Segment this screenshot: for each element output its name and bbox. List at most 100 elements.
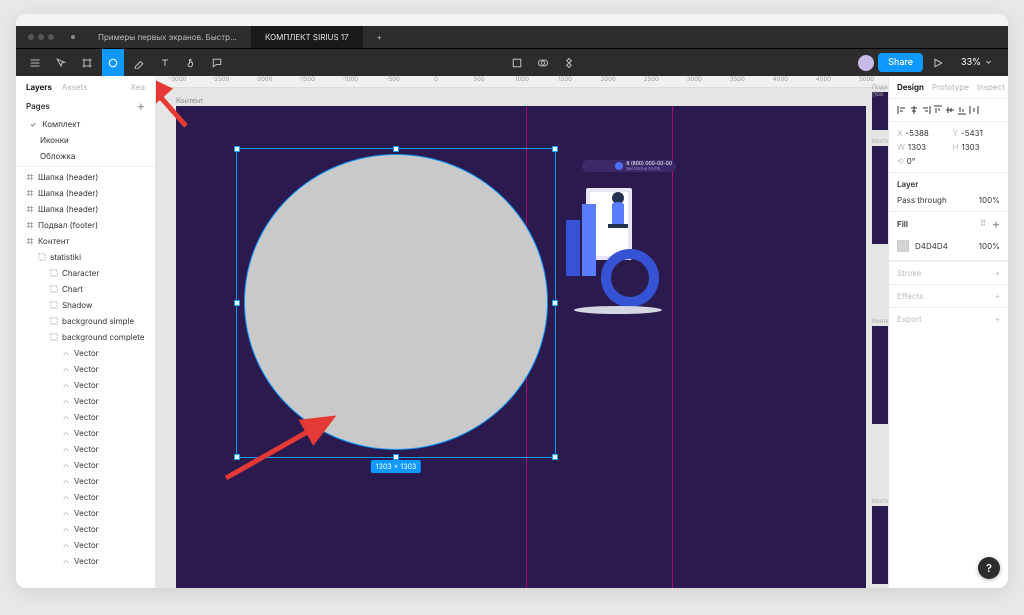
inspect-tab[interactable]: Inspect [977,82,1005,92]
layer-row[interactable]: Vector [16,473,155,489]
ruler-tick: 2500 [630,76,673,87]
layer-row[interactable]: Shadow [16,297,155,313]
resize-handle[interactable] [552,300,558,306]
canvas[interactable]: -3000-2500-2000-1500-1000-50005001000150… [156,76,888,588]
layer-row[interactable]: Vector [16,425,155,441]
layer-row[interactable]: Vector [16,457,155,473]
layer-row[interactable]: Контент [16,233,155,249]
layer-row[interactable]: Vector [16,553,155,569]
layer-row[interactable]: Vector [16,409,155,425]
present-button[interactable] [927,49,949,76]
export-section[interactable]: Export+ [889,307,1008,330]
align-bottom-icon[interactable] [957,105,967,115]
menu-button[interactable] [24,49,46,76]
x-input[interactable]: -5388 [905,128,928,138]
resize-handle[interactable] [552,146,558,152]
layer-row[interactable]: Шапка (header) [16,185,155,201]
layer-row[interactable]: Chart [16,281,155,297]
align-left-icon[interactable] [897,105,907,115]
distribute-icon[interactable] [969,105,979,115]
file-tab-0[interactable]: Примеры первых экранов. Быстр... [84,26,251,48]
stroke-section[interactable]: Stroke+ [889,261,1008,284]
layer-row[interactable]: Подвал (footer) [16,217,155,233]
hero-illustration [558,184,678,314]
layer-row[interactable]: Character [16,265,155,281]
group-icon [50,269,58,277]
layer-row[interactable]: Vector [16,377,155,393]
zoom-dropdown[interactable]: 33% [953,57,1000,68]
design-tab[interactable]: Design [897,82,924,92]
resize-handle[interactable] [393,146,399,152]
text-tool[interactable] [154,49,176,76]
vector-icon [62,365,70,373]
prototype-tab[interactable]: Prototype [932,82,969,92]
align-right-icon[interactable] [921,105,931,115]
layer-row[interactable]: Vector [16,537,155,553]
component-tool[interactable] [558,49,580,76]
pen-tool[interactable] [128,49,150,76]
ruler-tick: 2000 [587,76,630,87]
mask-tool[interactable] [506,49,528,76]
help-button[interactable]: ? [978,557,1000,579]
align-vcenter-icon[interactable] [945,105,955,115]
rotation-input[interactable]: 0° [907,156,916,166]
layer-row[interactable]: Vector [16,393,155,409]
fill-hex-input[interactable]: D4D4D4 [915,241,948,251]
artboard-main[interactable]: Контент 8 (800) 000-00-00 Бесплатно по Р… [176,106,866,588]
layer-row[interactable]: Vector [16,361,155,377]
page-item[interactable]: Обложка [16,148,155,164]
layer-row[interactable]: statistiki [16,249,155,265]
y-input[interactable]: -5431 [961,128,983,138]
group-icon [50,285,58,293]
layer-row[interactable]: Шапка (header) [16,201,155,217]
align-top-icon[interactable] [933,105,943,115]
page-search[interactable]: Хеа [131,82,145,92]
new-tab-button[interactable]: + [363,26,396,48]
align-hcenter-icon[interactable] [909,105,919,115]
frame-tool[interactable] [76,49,98,76]
comment-tool[interactable] [206,49,228,76]
layer-label: Vector [74,348,99,358]
add-page-button[interactable]: + [137,100,145,112]
layer-row[interactable]: Vector [16,441,155,457]
height-input[interactable]: 1303 [961,142,979,152]
boolean-tool[interactable] [532,49,554,76]
opacity-input[interactable]: 100% [979,195,1000,205]
artboard-thumb[interactable]: Контент [872,146,888,244]
blend-mode-dropdown[interactable]: Pass through [897,195,947,205]
resize-handle[interactable] [552,454,558,460]
hand-tool[interactable] [180,49,202,76]
artboard-thumb[interactable]: Контент [872,326,888,424]
layer-row[interactable]: Шапка (header) [16,169,155,185]
fill-swatch[interactable] [897,240,909,252]
effects-section[interactable]: Effects+ [889,284,1008,307]
move-tool[interactable] [50,49,72,76]
page-item[interactable]: Иконки [16,132,155,148]
ruler-tick: -1000 [328,76,371,87]
artboard-thumb[interactable]: Подвал (foo [872,92,888,130]
layer-section-header: Layer [889,173,1008,195]
layer-row[interactable]: Vector [16,345,155,361]
layer-row[interactable]: background complete [16,329,155,345]
window-controls[interactable] [28,34,54,40]
layer-label: Vector [74,492,99,502]
file-tab-1[interactable]: КОМПЛЕКТ SIRIUS 17 [251,26,363,48]
layer-row[interactable]: Vector [16,489,155,505]
layer-row[interactable]: Vector [16,505,155,521]
add-fill-button[interactable]: + [992,218,1000,230]
page-item[interactable]: Комплект [16,116,155,132]
style-button[interactable]: ⠿ [980,218,986,230]
resize-handle[interactable] [234,300,240,306]
layer-row[interactable]: background simple [16,313,155,329]
header-phone-block: 8 (800) 000-00-00 Бесплатно по РФ [582,160,676,172]
layers-tab[interactable]: Layers [26,82,52,92]
user-avatar[interactable] [858,55,874,71]
resize-handle[interactable] [234,146,240,152]
layer-row[interactable]: Vector [16,521,155,537]
share-button[interactable]: Share [878,53,923,72]
shape-tool[interactable] [102,49,124,76]
fill-opacity-input[interactable]: 100% [979,241,1000,251]
artboard-thumb[interactable]: Контент [872,506,888,584]
assets-tab[interactable]: Assets [62,82,87,92]
width-input[interactable]: 1303 [908,142,926,152]
